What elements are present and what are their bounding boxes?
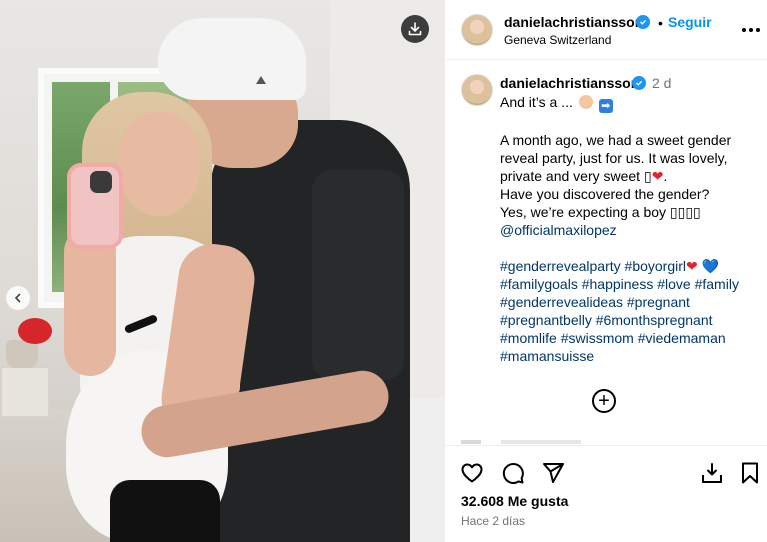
hashtag-link[interactable]: #mamansuisse [500, 348, 594, 364]
send-icon [543, 463, 564, 483]
separator-dot: • [658, 15, 663, 31]
caption-author-username[interactable]: danielachristiansson [500, 75, 639, 91]
emoji-placeholder-icon: ▯ [643, 168, 652, 184]
hashtag-link[interactable]: #6monthspregnant [596, 312, 713, 328]
hashtag-link[interactable]: #viedemaman [638, 330, 726, 346]
hashtag-link[interactable]: #pregnantbelly [500, 312, 592, 328]
bookmark-button[interactable] [737, 460, 763, 486]
comment-button[interactable] [500, 460, 526, 486]
post-photo[interactable] [0, 0, 445, 542]
hashtag-link[interactable]: #love [657, 276, 690, 292]
caption-time-ago[interactable]: 2 d [652, 75, 671, 91]
caption-paragraph-line: private and very sweet [500, 168, 641, 184]
photo-flowers [18, 318, 52, 344]
photo-cap [158, 18, 306, 100]
previous-slide-button[interactable] [6, 286, 30, 310]
hashtag-link[interactable]: #happiness [582, 276, 654, 292]
bookmark-icon [742, 462, 758, 484]
post-panel: danielachristiansson • Seguir Geneva Swi… [445, 0, 767, 542]
hashtag-link[interactable]: #pregnant [627, 294, 690, 310]
right-arrow-emoji-icon: ➡ [598, 99, 613, 113]
photo-legs [110, 480, 220, 542]
hashtag-link[interactable]: #genderrevealparty [500, 258, 621, 274]
plus-circle-icon[interactable]: + [592, 389, 616, 413]
download-icon [702, 463, 722, 483]
hashtag-link[interactable]: #genderrevealideas [500, 294, 623, 310]
photo-cap-logo [256, 76, 266, 84]
photo-vase [6, 340, 38, 368]
download-icon [408, 22, 422, 36]
post-date[interactable]: Hace 2 días [461, 514, 525, 528]
caption-text: And it’s a ... ➡ A month ago, we had a s… [500, 93, 762, 365]
hashtag-link[interactable]: #familygoals [500, 276, 578, 292]
photo-phone-camera [90, 171, 112, 193]
author-avatar[interactable] [461, 14, 493, 46]
comment-peek [461, 440, 761, 444]
follow-button[interactable]: Seguir [668, 14, 712, 30]
caption-line-1: And it’s a ... [500, 94, 573, 110]
post-location[interactable]: Geneva Switzerland [504, 33, 611, 47]
save-download-button[interactable] [699, 460, 725, 486]
share-button[interactable] [540, 460, 566, 486]
verified-badge-icon [632, 76, 646, 90]
heart-icon [461, 463, 483, 483]
author-username[interactable]: danielachristiansson [504, 14, 643, 30]
caption-author-avatar[interactable] [461, 74, 493, 106]
hashtag-link[interactable]: #boyorgirl [625, 258, 686, 274]
likes-count[interactable]: 32.608 Me gusta [461, 493, 568, 509]
action-bar: 32.608 Me gusta Hace 2 días [445, 445, 767, 542]
like-button[interactable] [459, 460, 485, 486]
photo-man-arm [312, 170, 404, 380]
post-header: danielachristiansson • Seguir Geneva Swi… [445, 0, 767, 60]
caption-paragraph-line: Yes, we’re expecting a boy [500, 204, 667, 220]
caption-paragraph-line: A month ago, we had a sweet gender [500, 132, 732, 148]
red-heart-icon: ❤ [651, 168, 664, 184]
chevron-left-icon [14, 293, 21, 303]
mention-link[interactable]: @officialmaxilopez [500, 222, 617, 238]
hashtag-link[interactable]: #swissmom [561, 330, 634, 346]
more-options-icon[interactable] [740, 20, 762, 40]
photo-woman-face [118, 112, 200, 216]
caption-paragraph-line: reveal party, just for us. It was lovely… [500, 150, 728, 166]
caption-paragraph-line: Have you discovered the gender? [500, 186, 710, 202]
blue-heart-icon: 💙 [701, 258, 720, 274]
baby-emoji-icon [578, 95, 593, 109]
emoji-placeholder-icon: ▯▯▯▯ [669, 204, 701, 220]
red-heart-icon: ❤ [686, 258, 698, 274]
hashtag-link[interactable]: #family [695, 276, 739, 292]
photo-side-table [0, 366, 50, 418]
verified-badge-icon [636, 15, 650, 29]
hashtag-link[interactable]: #momlife [500, 330, 557, 346]
comment-icon [502, 462, 524, 484]
download-button[interactable] [401, 15, 429, 43]
